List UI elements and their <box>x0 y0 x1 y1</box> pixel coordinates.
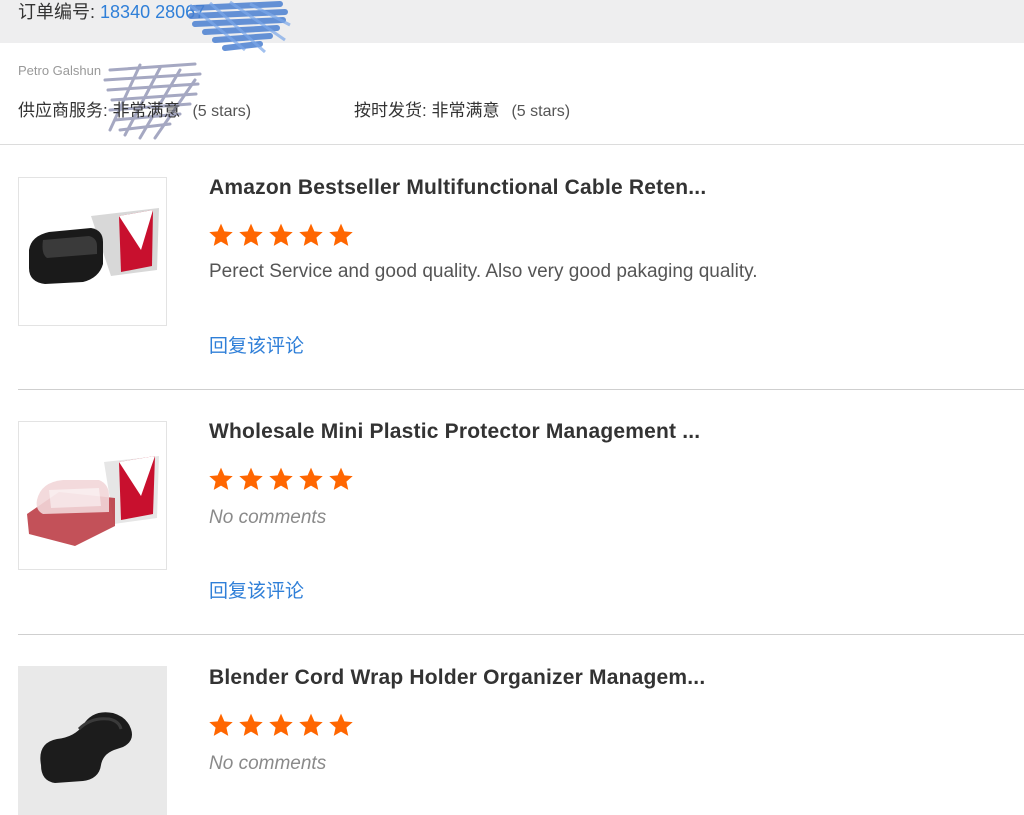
product-thumbnail[interactable] <box>18 177 167 326</box>
star-icon <box>238 222 264 253</box>
divider <box>0 144 1024 145</box>
rating-stars <box>208 466 358 492</box>
shipping-rating-stars: (5 stars) <box>511 103 571 120</box>
star-icon <box>268 712 294 743</box>
star-icon <box>238 712 264 743</box>
rating-stars <box>208 712 358 738</box>
star-icon <box>268 466 294 497</box>
star-icon <box>238 466 264 497</box>
review-comment: No comments <box>209 753 327 774</box>
star-icon <box>328 466 354 497</box>
order-number-bar: 订单编号: 18340 28067 <box>0 0 1024 43</box>
star-icon <box>298 466 324 497</box>
review-comment: No comments <box>209 507 327 528</box>
star-icon <box>298 712 324 743</box>
order-number-label: 订单编号: <box>18 2 96 22</box>
shipping-rating-label: 按时发货: 非常满意 <box>354 101 500 120</box>
shipping-rating: 按时发货: 非常满意 (5 stars) <box>354 96 570 121</box>
star-icon <box>208 712 234 743</box>
product-thumbnail[interactable] <box>18 666 167 815</box>
reply-link[interactable]: 回复该评论 <box>209 331 304 358</box>
order-number-link[interactable]: 18340 28067 <box>100 2 205 22</box>
divider <box>18 634 1024 635</box>
cord-wrap-image <box>40 712 132 783</box>
star-icon <box>298 222 324 253</box>
divider <box>18 389 1024 390</box>
star-icon <box>328 222 354 253</box>
service-rating-label: 供应商服务: 非常满意 <box>18 101 181 120</box>
reply-link[interactable]: 回复该评论 <box>209 576 304 603</box>
product-title[interactable]: Blender Cord Wrap Holder Organizer Manag… <box>209 666 705 690</box>
plastic-protector-image <box>27 456 159 546</box>
service-rating: 供应商服务: 非常满意 (5 stars) <box>18 96 251 121</box>
star-icon <box>328 712 354 743</box>
review-comment: Perect Service and good quality. Also ve… <box>209 261 758 282</box>
rating-stars <box>208 222 358 248</box>
product-title[interactable]: Amazon Bestseller Multifunctional Cable … <box>209 176 706 200</box>
star-icon <box>208 466 234 497</box>
star-icon <box>268 222 294 253</box>
star-icon <box>208 222 234 253</box>
product-thumbnail[interactable] <box>18 421 167 570</box>
cable-clip-image <box>29 208 159 284</box>
product-title[interactable]: Wholesale Mini Plastic Protector Managem… <box>209 420 700 444</box>
buyer-name: Petro Galshun <box>18 63 102 78</box>
service-rating-stars: (5 stars) <box>192 103 252 120</box>
